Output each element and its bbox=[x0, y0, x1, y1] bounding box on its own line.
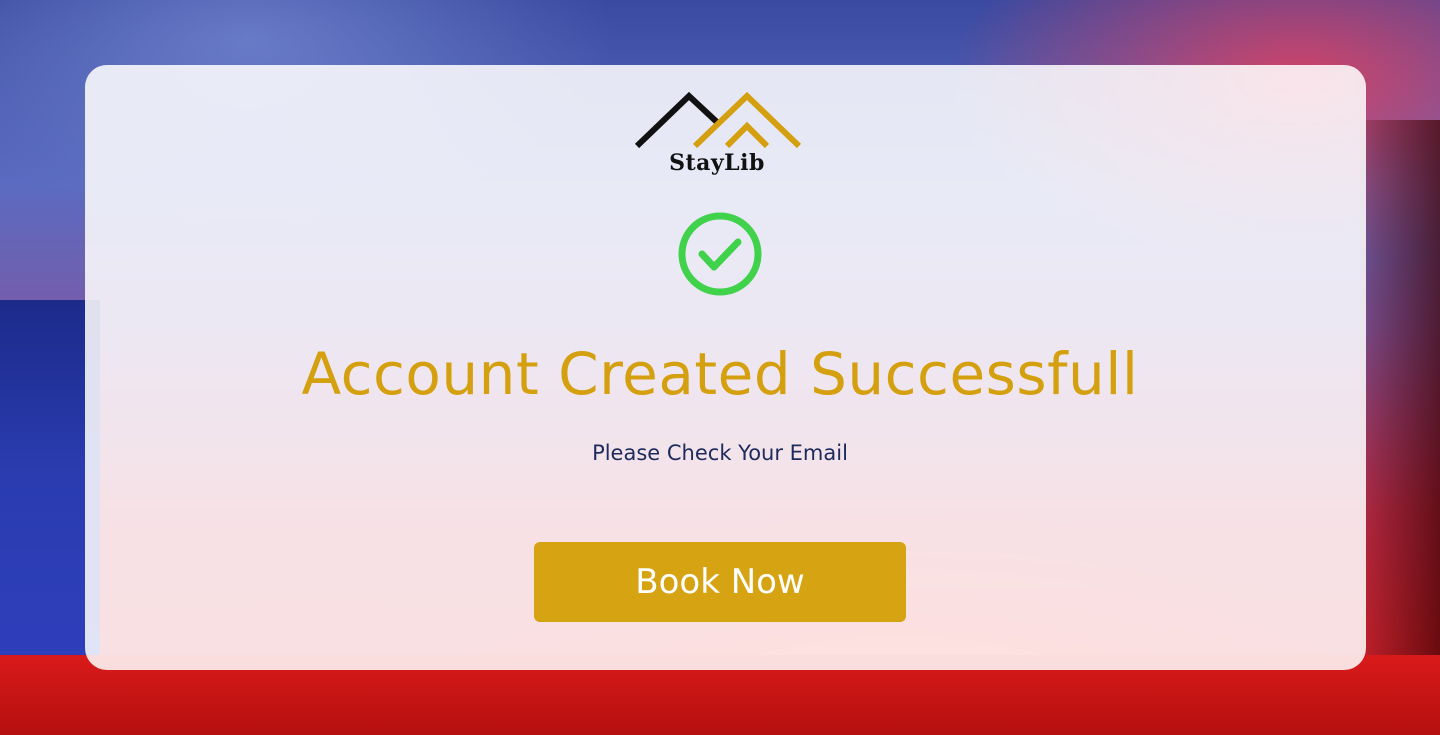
check-circle-icon bbox=[678, 212, 762, 296]
email-instruction: Please Check Your Email bbox=[592, 441, 848, 465]
book-now-button[interactable]: Book Now bbox=[534, 542, 906, 622]
page-title: Account Created Successfull bbox=[301, 340, 1139, 408]
roof-mountain-icon bbox=[634, 91, 801, 149]
staylib-logo: StayLib bbox=[633, 90, 801, 182]
brand-name: StayLib bbox=[669, 150, 765, 176]
